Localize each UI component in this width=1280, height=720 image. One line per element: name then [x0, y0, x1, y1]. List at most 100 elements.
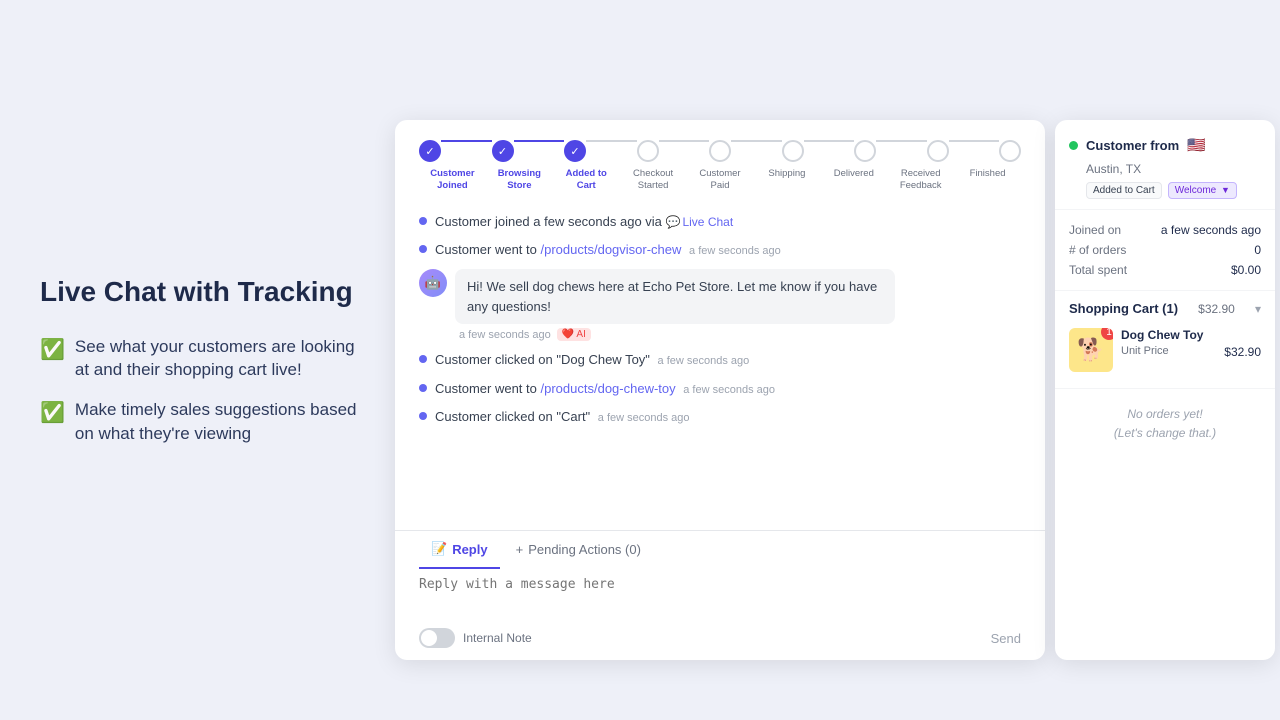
ai-time: a few seconds ago [459, 329, 551, 341]
event-time-3: a few seconds ago [658, 355, 750, 367]
orders-label: # of orders [1069, 243, 1126, 257]
label-added-to-cart: Added toCart [553, 168, 620, 193]
badge-row: Added to Cart Welcome ▼ [1086, 182, 1261, 199]
feature-item-2: ✅ Make timely sales suggestions based on… [40, 398, 366, 446]
joined-label: Joined on [1069, 223, 1121, 237]
step-circle-2: ✓ [492, 140, 514, 162]
live-chat-label: Live Chat [682, 214, 733, 231]
event-click-toy: Customer clicked on "Dog Chew Toy" a few… [419, 351, 1021, 369]
internal-note-toggle[interactable] [419, 628, 455, 648]
check-icon-2: ✅ [40, 400, 65, 425]
event-dog-chew-toy: Customer went to /products/dog-chew-toy … [419, 380, 1021, 398]
change-that-text: (Let's change that.) [1114, 426, 1216, 440]
right-panel: Customer from 🇺🇸 Austin, TX Added to Car… [1055, 120, 1275, 660]
dog-chew-link[interactable]: /products/dog-chew-toy [541, 381, 676, 396]
internal-note-label: Internal Note [463, 631, 532, 645]
label-delivered: Delivered [820, 168, 887, 193]
toggle-row: Internal Note [419, 628, 532, 648]
cart-total: $32.90 [1198, 302, 1235, 316]
event-time-2: a few seconds ago [689, 245, 781, 257]
connector-7 [876, 140, 927, 142]
flag-icon: 🇺🇸 [1187, 136, 1206, 154]
connector-6 [804, 140, 855, 142]
label-shipping: Shipping [753, 168, 820, 193]
cart-qty-badge: 1 [1101, 328, 1113, 340]
event-dot-4 [419, 384, 427, 392]
event-dogvisor: Customer went to /products/dogvisor-chew… [419, 241, 1021, 259]
badge-chevron-icon: ▼ [1221, 185, 1230, 195]
step-shipping [782, 140, 804, 162]
cart-item-details: Dog Chew Toy Unit Price $32.90 [1121, 328, 1261, 372]
toggle-knob [421, 630, 437, 646]
cart-section: Shopping Cart (1) $32.90 ▾ 🐕 1 Dog Chew … [1055, 291, 1275, 389]
left-title: Live Chat with Tracking [40, 274, 366, 310]
step-circle-8 [927, 140, 949, 162]
step-circle-1: ✓ [419, 140, 441, 162]
label-finished: Finished [954, 168, 1021, 193]
ai-bubble: Hi! We sell dog chews here at Echo Pet S… [455, 269, 895, 324]
progress-bar: ✓ ✓ ✓ [395, 120, 1045, 205]
cart-item-name: Dog Chew Toy [1121, 328, 1261, 342]
cart-item-image: 🐕 1 [1069, 328, 1113, 372]
joined-val: a few seconds ago [1161, 223, 1261, 237]
step-finished [999, 140, 1021, 162]
event-click-cart: Customer clicked on "Cart" a few seconds… [419, 408, 1021, 426]
reply-tab[interactable]: 📝 Reply [419, 531, 500, 569]
step-browsing-store: ✓ [492, 140, 514, 162]
chat-area: Customer joined a few seconds ago via 💬 … [395, 205, 1045, 530]
label-received-feedback: ReceivedFeedback [887, 168, 954, 193]
online-dot [1069, 141, 1078, 150]
label-browsing-store: BrowsingStore [486, 168, 553, 193]
added-to-cart-badge: Added to Cart [1086, 182, 1162, 199]
event-text-joined: Customer joined a few seconds ago via 💬 … [435, 213, 733, 231]
event-text-click-cart: Customer clicked on "Cart" a few seconds… [435, 408, 690, 426]
stats-section: Joined on a few seconds ago # of orders … [1055, 210, 1275, 291]
label-customer-paid: CustomerPaid [687, 168, 754, 193]
step-added-to-cart: ✓ [564, 140, 586, 162]
feature-text-1: See what your customers are looking at a… [75, 335, 366, 383]
event-dot-1 [419, 217, 427, 225]
tabs-row: 📝 Reply + Pending Actions (0) [395, 530, 1045, 569]
step-delivered [854, 140, 876, 162]
ai-message-content: Hi! We sell dog chews here at Echo Pet S… [455, 269, 895, 341]
chat-panel: ✓ ✓ ✓ [395, 120, 1045, 660]
event-text-dogvisor: Customer went to /products/dogvisor-chew… [435, 241, 781, 259]
step-circle-3: ✓ [564, 140, 586, 162]
steps-row: ✓ ✓ ✓ [419, 140, 1021, 162]
reply-input[interactable] [419, 577, 1021, 613]
event-time-4: a few seconds ago [683, 384, 775, 396]
stat-spent: Total spent $0.00 [1069, 260, 1261, 280]
step-received-feedback [927, 140, 949, 162]
cart-item-price-row: Unit Price $32.90 [1121, 345, 1261, 359]
dogvisor-link[interactable]: /products/dogvisor-chew [541, 242, 682, 257]
event-text-dog-chew: Customer went to /products/dog-chew-toy … [435, 380, 775, 398]
step-circle-9 [999, 140, 1021, 162]
orders-val: 0 [1254, 243, 1261, 257]
reply-input-area [395, 569, 1045, 622]
welcome-badge: Welcome ▼ [1168, 182, 1237, 199]
event-dot-2 [419, 245, 427, 253]
customer-info-row: Customer from 🇺🇸 [1069, 136, 1261, 154]
ai-meta: a few seconds ago ❤️ AI [455, 328, 895, 341]
left-panel: Live Chat with Tracking ✅ See what your … [0, 0, 390, 720]
step-customer-joined: ✓ [419, 140, 441, 162]
connector-4 [659, 140, 710, 142]
customer-location: Austin, TX [1086, 162, 1261, 176]
plus-icon: + [516, 542, 524, 557]
connector-5 [731, 140, 782, 142]
pending-actions-tab[interactable]: + Pending Actions (0) [504, 531, 653, 569]
step-circle-6 [782, 140, 804, 162]
step-labels-row: CustomerJoined BrowsingStore Added toCar… [419, 162, 1021, 205]
spent-val: $0.00 [1231, 263, 1261, 277]
orders-empty-section: No orders yet!(Let's change that.) [1055, 389, 1275, 459]
feature-list: ✅ See what your customers are looking at… [40, 335, 366, 446]
ai-badge: ❤️ AI [557, 328, 591, 341]
step-circle-5 [709, 140, 731, 162]
feature-text-2: Make timely sales suggestions based on w… [75, 398, 366, 446]
step-circle-4 [637, 140, 659, 162]
event-joined: Customer joined a few seconds ago via 💬 … [419, 213, 1021, 231]
cart-chevron-icon[interactable]: ▾ [1255, 302, 1261, 316]
ai-message-row: 🤖 Hi! We sell dog chews here at Echo Pet… [419, 269, 1021, 341]
feature-item-1: ✅ See what your customers are looking at… [40, 335, 366, 383]
send-button[interactable]: Send [991, 631, 1021, 646]
